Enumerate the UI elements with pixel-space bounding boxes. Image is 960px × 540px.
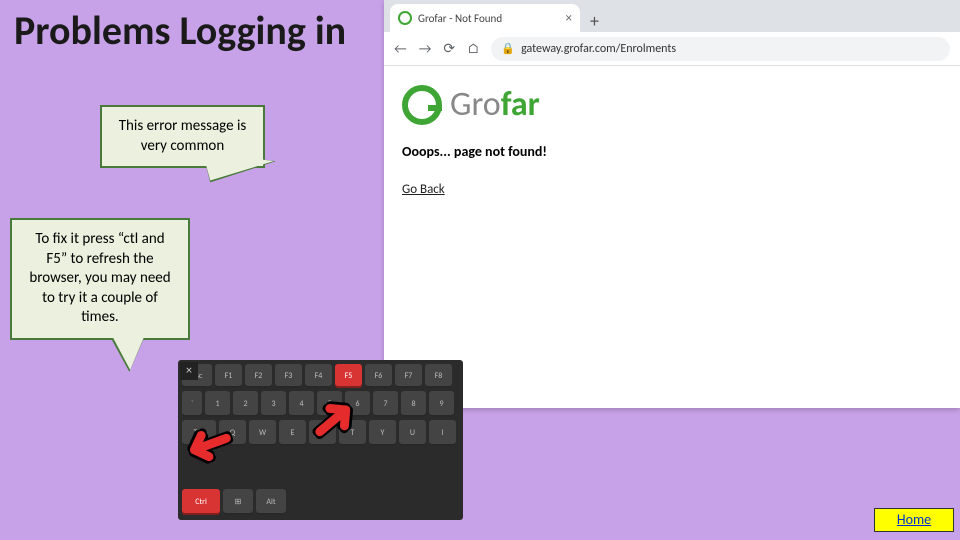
key-8: 8 — [401, 391, 426, 417]
home-icon[interactable]: ⌂ — [467, 40, 479, 57]
key-f7: F7 — [395, 364, 422, 388]
key-f2: F2 — [245, 364, 272, 388]
address-bar[interactable]: 🔒 gateway.grofar.com/Enrolments — [491, 37, 950, 61]
key-e: E — [279, 420, 306, 446]
key-9: 9 — [429, 391, 454, 417]
key-alt: Alt — [256, 489, 286, 515]
tab-title: Grofar - Not Found — [418, 12, 560, 25]
go-back-link[interactable]: Go Back — [402, 182, 942, 197]
key-w: W — [249, 420, 276, 446]
key-y: Y — [369, 420, 396, 446]
url-text: gateway.grofar.com/Enrolments — [521, 42, 676, 56]
keyboard-row: Ctrl⊞Alt — [182, 489, 459, 515]
key-ctrl: Ctrl — [182, 489, 220, 515]
key-2: 2 — [233, 391, 258, 417]
page-title: Problems Logging in — [14, 6, 346, 55]
callout-fix-instructions: To fix it press “ctl and F5” to refresh … — [10, 218, 190, 340]
key-f8: F8 — [425, 364, 452, 388]
tab-strip: Grofar - Not Found × + — [384, 0, 960, 32]
page-content: Grofar Ooops... page not found! Go Back — [384, 66, 960, 207]
key-7: 7 — [373, 391, 398, 417]
close-tab-icon[interactable]: × — [566, 11, 572, 26]
grofar-logo: Grofar — [402, 84, 942, 125]
key-f6: F6 — [365, 364, 392, 388]
browser-window: Grofar - Not Found × + ← → ⟳ ⌂ 🔒 gateway… — [384, 0, 960, 408]
browser-tab[interactable]: Grofar - Not Found × — [390, 4, 580, 32]
key-⊞: ⊞ — [223, 489, 253, 515]
key-i: I — [429, 420, 456, 446]
key-3: 3 — [261, 391, 286, 417]
browser-toolbar: ← → ⟳ ⌂ 🔒 gateway.grofar.com/Enrolments — [384, 32, 960, 66]
key-f1: F1 — [215, 364, 242, 388]
back-icon[interactable]: ← — [394, 40, 407, 57]
forward-icon[interactable]: → — [419, 40, 432, 57]
grofar-favicon-icon — [398, 11, 412, 25]
key-f3: F3 — [275, 364, 302, 388]
key-u: U — [399, 420, 426, 446]
grofar-g-icon — [402, 85, 442, 125]
reload-icon[interactable]: ⟳ — [443, 40, 455, 57]
home-button[interactable]: Home — [874, 508, 954, 532]
keyboard-illustration: × EscF1F2F3F4F5F6F7F8 `123456789 TabQWER… — [178, 360, 463, 520]
lock-icon: 🔒 — [501, 42, 515, 55]
new-tab-button[interactable]: + — [580, 10, 609, 32]
error-heading: Ooops... page not found! — [402, 143, 942, 160]
grofar-wordmark: Grofar — [450, 84, 540, 125]
close-icon[interactable]: × — [180, 362, 198, 380]
key-f5: F5 — [335, 364, 362, 388]
